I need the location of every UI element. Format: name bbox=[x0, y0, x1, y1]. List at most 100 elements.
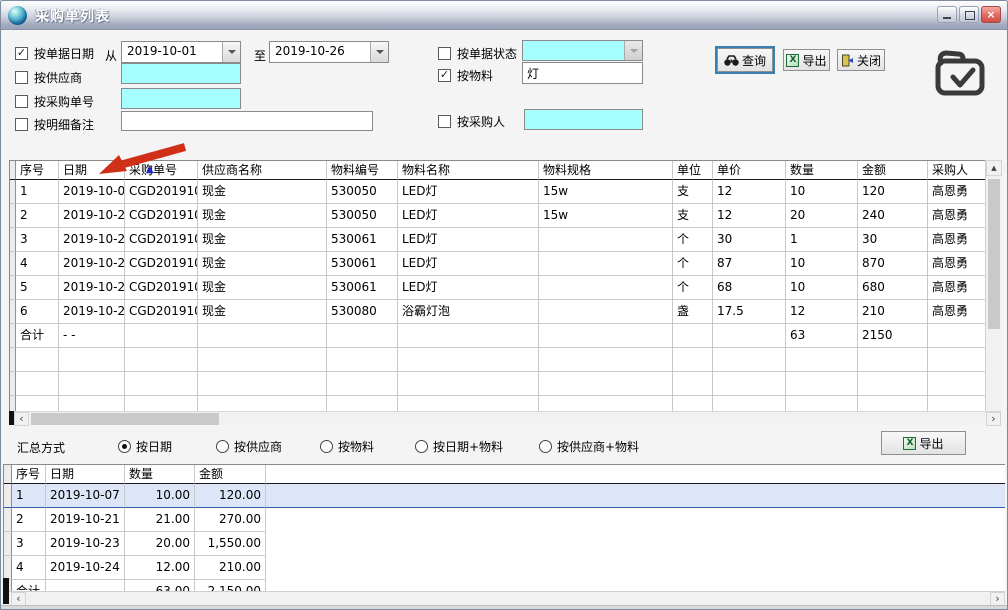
cell bbox=[539, 300, 673, 324]
column-header[interactable]: 采购单号 bbox=[125, 161, 198, 180]
scroll-up-button[interactable]: ▲ bbox=[986, 160, 1002, 176]
column-header[interactable]: 金额 bbox=[858, 161, 928, 180]
table-row[interactable]: 合计- -632150 bbox=[10, 324, 985, 348]
column-header[interactable]: 序号 bbox=[16, 161, 59, 180]
close-button[interactable]: × bbox=[981, 6, 1001, 23]
column-header[interactable]: 日期 bbox=[46, 465, 125, 484]
table-row[interactable]: 22019-10-2121.00270.00 bbox=[4, 508, 1005, 532]
v-scrollbar[interactable]: ▲ bbox=[985, 160, 1001, 411]
cell bbox=[786, 372, 858, 396]
h-scroll-thumb[interactable] bbox=[31, 413, 219, 425]
radio-icon[interactable] bbox=[118, 440, 131, 453]
scroll-right-button[interactable]: › bbox=[990, 592, 1005, 606]
radio-option-3[interactable]: 按日期+物料 bbox=[415, 438, 503, 455]
close-form-button[interactable]: 关闭 bbox=[837, 49, 885, 71]
cell: 合计 bbox=[12, 580, 46, 591]
filter-checkbox-material[interactable]: 按物料 bbox=[438, 67, 493, 84]
cell: 10 bbox=[786, 180, 858, 204]
table-row[interactable]: 42019-10-23CGD201910现金530061LED灯个8710870… bbox=[10, 252, 985, 276]
scroll-right-button[interactable]: › bbox=[986, 412, 1001, 426]
column-header[interactable]: 单价 bbox=[713, 161, 786, 180]
column-header[interactable]: 供应商名称 bbox=[198, 161, 327, 180]
filter-checkbox-po-number[interactable]: 按采购单号 bbox=[15, 93, 94, 110]
detail-note-input[interactable] bbox=[121, 111, 373, 131]
date-from-value[interactable]: 2019-10-01 bbox=[122, 42, 222, 62]
table-row[interactable]: 42019-10-2412.00210.00 bbox=[4, 556, 1005, 580]
filter-checkbox-detail-note[interactable]: 按明细备注 bbox=[15, 116, 94, 133]
table-row[interactable]: 32019-10-2320.001,550.00 bbox=[4, 532, 1005, 556]
column-header[interactable]: 序号 bbox=[12, 465, 46, 484]
cell: 15w bbox=[539, 204, 673, 228]
material-input[interactable] bbox=[522, 62, 643, 84]
column-header[interactable]: 日期 bbox=[59, 161, 125, 180]
cell: 现金 bbox=[198, 204, 327, 228]
table-row[interactable]: 52019-10-23CGD201910现金530061LED灯个6810680… bbox=[10, 276, 985, 300]
checkbox-icon[interactable] bbox=[15, 71, 28, 84]
scroll-left-button[interactable]: ‹ bbox=[14, 412, 29, 426]
radio-option-2[interactable]: 按物料 bbox=[320, 438, 374, 455]
checkbox-icon[interactable] bbox=[438, 69, 451, 82]
supplier-input[interactable] bbox=[121, 63, 241, 84]
checkbox-icon[interactable] bbox=[438, 115, 451, 128]
filter-checkbox-date[interactable]: 按单据日期 bbox=[15, 45, 94, 62]
column-header[interactable]: 物料编号 bbox=[327, 161, 398, 180]
query-button[interactable]: 查询 bbox=[717, 48, 773, 72]
export-button[interactable]: X 导出 bbox=[783, 49, 830, 71]
table-row[interactable]: 22019-10-21CGD201910现金530050LED灯15w支1220… bbox=[10, 204, 985, 228]
date-to-combo[interactable]: 2019-10-26 bbox=[269, 41, 389, 63]
row-filler bbox=[266, 532, 1005, 556]
cell bbox=[327, 372, 398, 396]
checkbox-icon[interactable] bbox=[438, 47, 451, 60]
dropdown-button[interactable] bbox=[370, 42, 388, 62]
cell: LED灯 bbox=[398, 252, 539, 276]
h-scrollbar[interactable]: ‹ › bbox=[14, 411, 1001, 425]
status-combo[interactable] bbox=[522, 40, 643, 61]
checkbox-icon[interactable] bbox=[15, 118, 28, 131]
checkbox-icon[interactable] bbox=[15, 47, 28, 60]
radio-option-0[interactable]: 按日期 bbox=[118, 438, 172, 455]
table-row[interactable]: 32019-10-21CGD201910现金530061LED灯个30130高恩… bbox=[10, 228, 985, 252]
column-header[interactable]: 单位 bbox=[673, 161, 713, 180]
table-row[interactable] bbox=[10, 372, 985, 396]
table-row[interactable]: 62019-10-24CGD201910现金530080浴霸灯泡盏17.5122… bbox=[10, 300, 985, 324]
purchaser-input[interactable] bbox=[524, 109, 643, 130]
table-row[interactable]: 合计63.002,150.00 bbox=[4, 580, 1005, 591]
column-header[interactable]: 物料规格 bbox=[539, 161, 673, 180]
table-row[interactable] bbox=[10, 396, 985, 411]
column-header[interactable]: 金额 bbox=[195, 465, 266, 484]
column-header[interactable]: 采购人 bbox=[928, 161, 985, 180]
summary-h-scrollbar[interactable]: ‹ › bbox=[9, 591, 1005, 605]
cell: 2 bbox=[12, 508, 46, 532]
checkbox-icon[interactable] bbox=[15, 95, 28, 108]
table-row[interactable]: 12019-10-07CGD201910现金530050LED灯15w支1210… bbox=[10, 180, 985, 204]
dropdown-button[interactable] bbox=[222, 42, 240, 62]
cell: 2019-10-21 bbox=[59, 204, 125, 228]
dropdown-button[interactable] bbox=[624, 41, 642, 60]
column-header[interactable]: 数量 bbox=[125, 465, 195, 484]
maximize-button[interactable] bbox=[959, 6, 979, 23]
table-row-selected[interactable]: 12019-10-0710.00120.00 bbox=[4, 484, 1005, 508]
po-number-input[interactable] bbox=[121, 88, 241, 109]
filter-checkbox-supplier[interactable]: 按供应商 bbox=[15, 69, 82, 86]
minimize-button[interactable] bbox=[937, 6, 957, 23]
status-value[interactable] bbox=[523, 41, 624, 60]
filter-checkbox-status[interactable]: 按单据状态 bbox=[438, 45, 517, 62]
filter-checkbox-purchaser[interactable]: 按采购人 bbox=[438, 113, 505, 130]
summary-export-button[interactable]: X 导出 bbox=[881, 431, 966, 455]
radio-icon[interactable] bbox=[539, 440, 552, 453]
radio-option-4[interactable]: 按供应商+物料 bbox=[539, 438, 639, 455]
radio-option-1[interactable]: 按供应商 bbox=[216, 438, 282, 455]
cell: 2 bbox=[16, 204, 59, 228]
column-header[interactable]: 物料名称 bbox=[398, 161, 539, 180]
v-scroll-thumb[interactable] bbox=[988, 179, 1000, 329]
table-row[interactable] bbox=[10, 348, 985, 372]
radio-icon[interactable] bbox=[415, 440, 428, 453]
date-from-combo[interactable]: 2019-10-01 bbox=[121, 41, 241, 63]
scroll-left-button[interactable]: ‹ bbox=[11, 592, 26, 606]
cell: 现金 bbox=[198, 300, 327, 324]
radio-icon[interactable] bbox=[320, 440, 333, 453]
column-header[interactable]: 数量 bbox=[786, 161, 858, 180]
date-to-value[interactable]: 2019-10-26 bbox=[270, 42, 370, 62]
radio-icon[interactable] bbox=[216, 440, 229, 453]
cell: 个 bbox=[673, 228, 713, 252]
